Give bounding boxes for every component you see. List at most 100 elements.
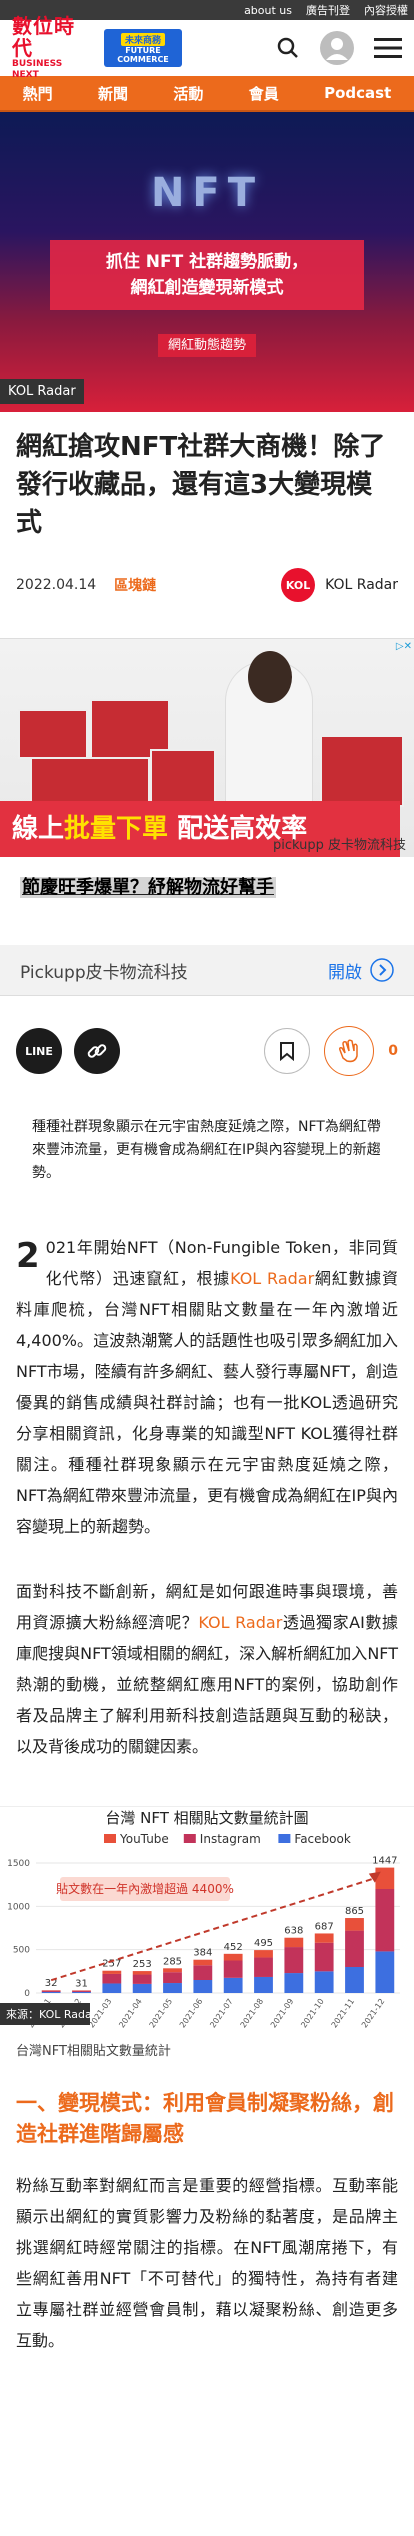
author-avatar: KOL [281,568,316,602]
bar-segment [102,1973,122,1984]
bar-segment [72,1991,91,1993]
ad-title[interactable]: 節慶旺季爆單？紓解物流好幫手 [0,857,414,927]
nav-item-news[interactable]: 新聞 [98,83,128,104]
bar-segment [163,1972,182,1984]
bar-total-label: 452 [224,1942,243,1953]
bar-total-label: 285 [163,1956,182,1967]
ad-advertiser: Pickupp皮卡物流科技 [20,962,188,983]
legend-label: Facebook [294,1832,350,1846]
nft-post-chart[interactable]: 台灣 NFT 相關貼文數量統計圖 YouTube Instagram Facebook… [0,1806,414,2038]
site-header: 數位時代 BUSINESS NEXT 未來商務 FUTURE COMMERCE [0,15,414,80]
article-date: 2022.04.14 [16,577,97,593]
bar-segment [102,1970,122,1974]
hero-image: NFT 抓住 NFT 社群趨勢脈動， 網紅創造變現新模式 網紅動態趨勢 KOL … [0,112,414,412]
bar-segment [314,1933,334,1943]
bar-segment [345,1967,364,1993]
search-icon[interactable] [276,36,300,60]
author[interactable]: KOL KOL Radar [281,568,398,602]
drop-cap: 2 [16,1236,40,1276]
future-commerce-badge[interactable]: 未來商務 FUTURE COMMERCE [104,29,182,67]
x-tick-label: 2021-05 [148,1997,175,2030]
article-meta: 2022.04.14 區塊鏈 KOL KOL Radar [0,542,414,602]
legend-label: Instagram [200,1832,261,1846]
bar-segment [193,1980,213,1993]
y-tick-label: 500 [13,1946,30,1956]
bar-segment [314,1971,334,1993]
section-heading-1: 一、變現模式：利用會員制凝聚粉絲，創造社群進階歸屬感 [16,2091,394,2146]
nav-item-member[interactable]: 會員 [249,83,279,104]
license-link[interactable]: 內容授權 [364,2,408,18]
bar-segment [284,1937,304,1948]
bar-total-label: 865 [345,1906,364,1917]
hero-subtitle: 網紅動態趨勢 [0,334,414,357]
chevron-right-icon [370,958,394,982]
chart-source: 來源：KOL Radar [6,2007,97,2021]
ad-unit[interactable]: ▷✕ 線上批量下單 配送高效率 pickupp 皮卡物流科技 節慶旺季爆單？紓解… [0,638,414,996]
clap-count: 0 [388,1043,398,1059]
bar-segment [193,1959,213,1966]
bar-segment [132,1974,152,1984]
bar-segment [375,1867,395,1889]
main-nav: 熱門 新聞 活動 會員 Podcast [0,76,414,112]
kol-radar-link-2[interactable]: KOL Radar [198,1613,282,1632]
author-name: KOL Radar [325,577,398,593]
bar-segment [223,1960,243,1978]
bar-segment [72,1990,91,1992]
x-tick-label: 2021-12 [360,1997,387,2030]
bar-segment [284,1947,304,1974]
hero-line-1: 抓住 NFT 社群趨勢脈動， [105,252,309,272]
ad-footer: Pickupp皮卡物流科技 開啟 [0,945,414,995]
y-tick-label: 0 [24,1989,30,1999]
bar-segment [314,1942,334,1972]
line-share-button[interactable]: LINE [16,1028,62,1074]
bar-total-label: 1447 [372,1856,397,1867]
clap-icon [339,1039,358,1063]
site-logo[interactable]: 數位時代 BUSINESS NEXT [12,15,92,80]
kol-radar-link[interactable]: KOL Radar [230,1269,314,1288]
bar-segment [345,1918,364,1931]
bar-segment [254,1957,273,1977]
x-tick-label: 2021-07 [208,1997,235,2030]
share-bar: LINE 0 [0,996,414,1106]
ad-open-button[interactable]: 開啟 [328,958,394,983]
legend-swatch [183,1834,196,1843]
article-category[interactable]: 區塊鏈 [114,575,156,595]
menu-icon[interactable] [374,37,402,59]
ad-image[interactable]: ▷✕ 線上批量下單 配送高效率 pickupp 皮卡物流科技 [0,639,414,857]
legend-swatch [104,1834,116,1843]
x-tick-label: 2021-10 [299,1997,326,2030]
hero-nft-text: NFT [150,170,264,216]
bookmark-button[interactable] [264,1028,311,1074]
chart-caption: 台灣NFT相關貼文數量統計 [16,2044,171,2059]
about-us-link[interactable]: about us [244,4,292,17]
bar-segment [284,1973,304,1993]
bar-segment [375,1889,395,1952]
bar-segment [375,1951,395,1993]
bar-segment [132,1983,152,1993]
nav-item-podcast[interactable]: Podcast [324,84,391,102]
hero-banner: 抓住 NFT 社群趨勢脈動， 網紅創造變現新模式 [50,240,364,310]
nav-item-events[interactable]: 活動 [173,83,203,104]
ad-headline: 線上批量下單 配送高效率 [12,814,308,844]
ad-choices-icon[interactable]: ▷✕ [396,641,412,652]
nav-item-hot[interactable]: 熱門 [23,83,53,104]
bar-segment [132,1971,152,1975]
avatar-icon[interactable] [320,31,354,65]
bar-segment [254,1976,273,1993]
bar-segment [345,1930,364,1967]
bar-segment [41,1991,61,1993]
bar-total-label: 31 [75,1978,88,1989]
clap-button[interactable] [324,1026,375,1076]
copy-link-button[interactable] [74,1028,120,1074]
bar-segment [163,1983,182,1993]
paragraph-3: 粉絲互動率對網紅而言是重要的經營指標。互動率能顯示出網紅的實質影響力及粉絲的黏著… [16,2176,398,2350]
y-tick-label: 1500 [7,1859,30,1869]
bar-segment [163,1968,182,1973]
paragraph-2: 面對科技不斷創新，網紅是如何跟進時事與環境，善用資源擴大粉絲經濟呢？KOL Ra… [16,1582,398,1756]
bar-segment [102,1983,122,1993]
x-tick-label: 2021-04 [117,1997,144,2030]
ad-link[interactable]: 廣告刊登 [306,2,350,18]
bar-total-label: 495 [254,1938,273,1949]
bar-segment [223,1977,243,1993]
paragraph-1: 2 021年開始NFT（Non-Fungible Token，非同質化代幣）迅速竄… [16,1236,398,1536]
